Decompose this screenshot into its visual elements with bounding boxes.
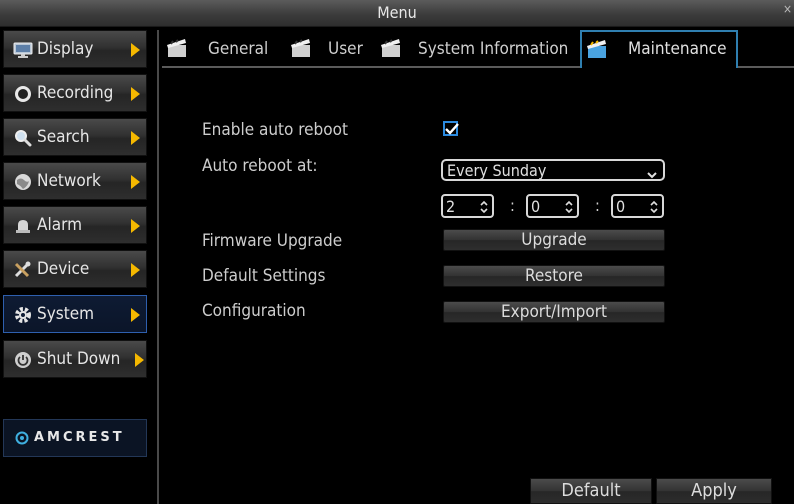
- firmware-upgrade-label: Firmware Upgrade: [202, 231, 343, 251]
- tab-maintenance[interactable]: Maintenance: [580, 30, 738, 68]
- alarm-bell-icon: [13, 217, 33, 235]
- sidebar-item-label: System: [37, 304, 95, 324]
- second-value: 0: [616, 197, 626, 216]
- sidebar-item-alarm[interactable]: Alarm: [3, 206, 147, 244]
- window-title: Menu: [377, 3, 417, 22]
- chevron-down-icon: [647, 164, 657, 183]
- chevron-right-icon: [131, 175, 140, 189]
- chevron-right-icon: [131, 263, 140, 277]
- default-settings-label: Default Settings: [202, 266, 326, 286]
- spinner-arrows-icon[interactable]: [650, 199, 658, 218]
- power-icon: [13, 351, 33, 369]
- second-spinner[interactable]: 0: [611, 194, 664, 218]
- tab-label: System Information: [418, 39, 569, 59]
- clapperboard-icon: [289, 37, 313, 63]
- logo-text: AMCREST: [34, 430, 125, 445]
- clapperboard-icon: [585, 38, 609, 64]
- tab-system-information[interactable]: System Information: [376, 34, 576, 66]
- restore-button[interactable]: Restore: [443, 265, 665, 287]
- minute-value: 0: [531, 197, 541, 216]
- sidebar-item-recording[interactable]: Recording: [3, 74, 147, 112]
- sidebar-item-shutdown[interactable]: Shut Down: [3, 340, 147, 378]
- hour-spinner[interactable]: 2: [441, 194, 494, 218]
- reboot-day-select[interactable]: Every Sunday: [441, 159, 665, 181]
- default-button[interactable]: Default: [530, 478, 652, 504]
- tab-user[interactable]: User: [286, 34, 368, 66]
- chevron-right-icon: [131, 308, 140, 322]
- monitor-icon: [13, 41, 33, 59]
- gear-icon: [13, 306, 33, 324]
- chevron-right-icon: [131, 219, 140, 233]
- sidebar-item-label: Network: [37, 171, 101, 191]
- sidebar-item-label: Device: [37, 259, 90, 279]
- clapperboard-icon: [379, 37, 403, 63]
- sidebar-item-label: Search: [37, 127, 90, 147]
- sidebar-item-network[interactable]: Network: [3, 162, 147, 200]
- globe-icon: [13, 173, 33, 191]
- search-icon: [13, 129, 33, 147]
- chevron-right-icon: [131, 131, 140, 145]
- tab-label: User: [328, 39, 363, 59]
- spinner-arrows-icon[interactable]: [480, 199, 488, 218]
- sidebar-item-label: Alarm: [37, 215, 82, 235]
- sidebar-item-device[interactable]: Device: [3, 250, 147, 288]
- reboot-day-value: Every Sunday: [447, 161, 547, 180]
- close-icon[interactable]: ×: [783, 2, 792, 16]
- panel-divider: [157, 30, 159, 504]
- chevron-right-icon: [135, 353, 144, 367]
- auto-reboot-label: Enable auto reboot: [202, 120, 348, 140]
- sidebar-item-label: Display: [37, 39, 94, 59]
- reboot-at-label: Auto reboot at:: [202, 156, 318, 176]
- tools-icon: [13, 261, 33, 279]
- title-bar: Menu ×: [0, 0, 794, 27]
- sidebar-item-label: Recording: [37, 83, 114, 103]
- hour-value: 2: [446, 197, 456, 216]
- upgrade-button[interactable]: Upgrade: [443, 229, 665, 251]
- tab-label: Maintenance: [628, 39, 727, 59]
- time-separator: :: [510, 196, 515, 215]
- clapperboard-icon: [165, 37, 189, 63]
- tab-bar: General User System Information Maintena…: [162, 28, 794, 68]
- export-import-button[interactable]: Export/Import: [443, 301, 665, 323]
- tab-label: General: [208, 39, 269, 59]
- sidebar-item-search[interactable]: Search: [3, 118, 147, 156]
- tab-general[interactable]: General: [162, 34, 278, 66]
- chevron-right-icon: [131, 87, 140, 101]
- sidebar-item-display[interactable]: Display: [3, 30, 147, 68]
- record-icon: [13, 85, 33, 103]
- auto-reboot-checkbox[interactable]: [443, 121, 459, 136]
- apply-button[interactable]: Apply: [656, 478, 772, 504]
- spinner-arrows-icon[interactable]: [565, 199, 573, 218]
- minute-spinner[interactable]: 0: [526, 194, 579, 218]
- brand-logo: AMCREST: [3, 419, 147, 457]
- configuration-label: Configuration: [202, 301, 306, 321]
- logo-icon: [15, 430, 29, 449]
- sidebar-item-system[interactable]: System: [3, 295, 147, 333]
- time-separator: :: [595, 196, 600, 215]
- checkmark-icon: [445, 123, 459, 135]
- sidebar-item-label: Shut Down: [37, 349, 121, 369]
- chevron-right-icon: [131, 43, 140, 57]
